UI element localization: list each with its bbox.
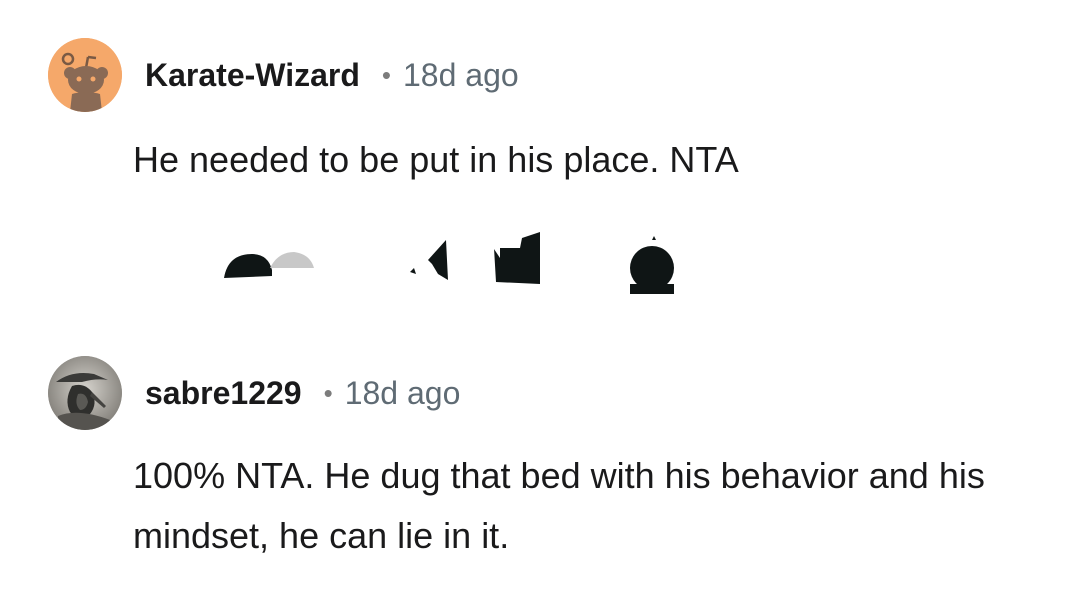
comment: sabre1229 • 18d ago 100% NTA. He dug tha… — [0, 330, 1080, 595]
comment-body: He needed to be put in his place. NTA — [133, 139, 739, 180]
username[interactable]: sabre1229 — [145, 374, 302, 412]
snoo-icon — [48, 38, 122, 112]
timestamp: 18d ago — [402, 57, 519, 93]
timestamp: 18d ago — [344, 375, 461, 411]
separator-dot: • — [323, 378, 333, 408]
bird-photo-icon — [48, 356, 122, 430]
broken-emoji-icon — [224, 232, 674, 294]
comment-body: 100% NTA. He dug that bed with his behav… — [133, 455, 985, 556]
comment: Karate-Wizard • 18d ago He needed to be … — [0, 0, 1080, 330]
username[interactable]: Karate-Wizard — [145, 56, 360, 94]
photo-avatar-icon[interactable] — [48, 356, 122, 430]
comment-meta: sabre1229 • 18d ago — [145, 374, 460, 412]
snoo-avatar-icon[interactable] — [48, 38, 122, 112]
separator-dot: • — [381, 60, 391, 90]
comment-meta: Karate-Wizard • 18d ago — [145, 56, 519, 94]
